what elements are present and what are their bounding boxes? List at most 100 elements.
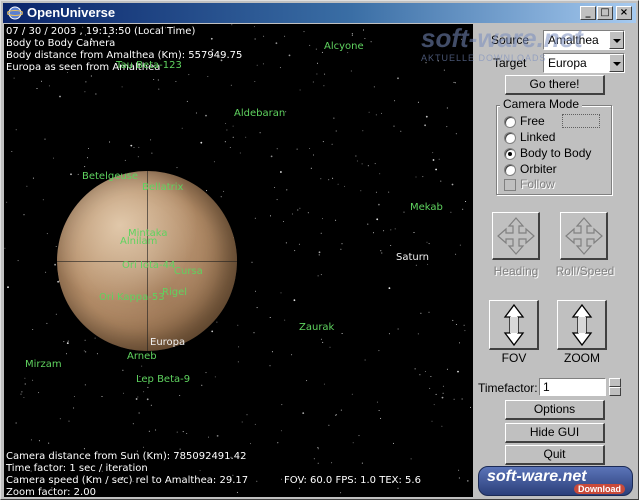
- star-dot: [363, 29, 364, 31]
- body-label-saturn: Saturn: [396, 252, 430, 263]
- star-dot: [280, 171, 282, 173]
- star-dot: [335, 219, 337, 221]
- star-dot: [88, 148, 89, 149]
- chevron-down-icon[interactable]: [609, 54, 624, 72]
- star-label: Aldebaran: [234, 108, 286, 119]
- star-dot: [277, 442, 279, 444]
- star-dot: [379, 173, 381, 175]
- star-dot: [84, 339, 86, 341]
- star-dot: [84, 91, 86, 93]
- star-dot: [256, 64, 258, 66]
- star-dot: [415, 176, 417, 178]
- star-label: Mirzam: [25, 359, 62, 370]
- star-dot: [317, 447, 319, 448]
- fov-button[interactable]: [489, 300, 539, 350]
- star-dot: [313, 458, 315, 460]
- star-dot: [373, 232, 374, 234]
- star-dot: [271, 351, 273, 353]
- star-dot: [431, 420, 433, 422]
- star-dot: [440, 180, 442, 182]
- star-dot: [151, 152, 153, 154]
- star-dot: [250, 443, 251, 445]
- star-dot: [280, 292, 282, 294]
- star-dot: [251, 261, 253, 263]
- spin-down-icon[interactable]: [609, 387, 621, 396]
- star-dot: [370, 41, 372, 43]
- spin-up-icon[interactable]: [609, 378, 621, 387]
- space-viewport[interactable]: 07 / 30 / 2003 , 19:13:50 (Local Time) B…: [4, 24, 473, 497]
- star-dot: [146, 398, 149, 401]
- star-dot: [285, 242, 287, 244]
- star-dot: [132, 423, 134, 425]
- star-dot: [367, 165, 369, 167]
- star-dot: [220, 196, 222, 198]
- zoom-button[interactable]: [557, 300, 607, 350]
- star-dot: [150, 404, 152, 406]
- star-dot: [364, 359, 366, 361]
- watermark-badge-text: soft-ware.net: [487, 468, 587, 485]
- star-dot: [254, 81, 256, 82]
- star-dot: [109, 141, 111, 143]
- star-dot: [306, 380, 308, 382]
- star-dot: [179, 395, 181, 396]
- star-dot: [451, 183, 454, 186]
- star-label: Alcyone: [324, 41, 364, 52]
- star-dot: [155, 429, 157, 431]
- radio-linked-label[interactable]: Linked: [520, 130, 555, 144]
- star-dot: [284, 319, 286, 321]
- chevron-down-icon[interactable]: [609, 31, 624, 49]
- star-dot: [280, 430, 282, 432]
- star-dot: [331, 462, 333, 464]
- star-label: Lep Beta-9: [136, 374, 191, 385]
- radio-body-to-body[interactable]: [504, 148, 516, 160]
- star-dot: [226, 129, 228, 131]
- star-dot: [253, 26, 255, 28]
- go-there-button[interactable]: Go there!: [505, 75, 605, 95]
- star-dot: [347, 52, 349, 54]
- heading-pad[interactable]: [492, 212, 540, 260]
- star-dot: [380, 250, 382, 252]
- star-dot: [376, 401, 378, 403]
- maximize-button[interactable]: □: [597, 6, 613, 20]
- options-button[interactable]: Options: [505, 400, 605, 420]
- timefactor-spinner[interactable]: [609, 378, 621, 396]
- hide-gui-button[interactable]: Hide GUI: [505, 423, 605, 443]
- radio-free-label[interactable]: Free: [520, 114, 545, 128]
- star-dot: [368, 111, 370, 113]
- radio-free[interactable]: [504, 116, 516, 128]
- star-dot: [424, 124, 426, 127]
- target-select[interactable]: Europa: [543, 53, 625, 73]
- star-dot: [77, 173, 79, 175]
- radio-body-to-body-label[interactable]: Body to Body: [520, 146, 591, 160]
- star-dot: [101, 396, 103, 397]
- star-dot: [216, 435, 219, 437]
- timefactor-input[interactable]: 1: [539, 378, 606, 396]
- close-button[interactable]: ×: [616, 6, 632, 20]
- minimize-button[interactable]: _: [580, 6, 596, 20]
- star-dot: [283, 221, 284, 222]
- star-dot: [158, 88, 160, 90]
- radio-orbiter[interactable]: [504, 164, 516, 176]
- star-dot: [147, 386, 149, 388]
- star-dot: [388, 333, 390, 335]
- star-dot: [341, 333, 343, 334]
- star-dot: [67, 340, 69, 342]
- star-dot: [318, 254, 320, 256]
- roll-speed-label: Roll/Speed: [555, 264, 615, 278]
- title-bar[interactable]: OpenUniverse _ □ ×: [3, 3, 636, 23]
- follow-checkbox[interactable]: [504, 179, 516, 191]
- star-dot: [85, 81, 87, 83]
- star-label: Betelgeuse: [82, 171, 139, 182]
- star-dot: [374, 163, 376, 165]
- star-dot: [397, 77, 399, 80]
- radio-orbiter-label[interactable]: Orbiter: [520, 162, 557, 176]
- star-dot: [317, 448, 319, 450]
- star-dot: [286, 189, 288, 191]
- roll-speed-pad[interactable]: [560, 212, 608, 260]
- radio-linked[interactable]: [504, 132, 516, 144]
- star-dot: [96, 353, 98, 355]
- fov-label: FOV: [501, 351, 527, 365]
- quit-button[interactable]: Quit: [505, 445, 605, 465]
- star-dot: [122, 369, 124, 371]
- star-dot: [417, 333, 419, 335]
